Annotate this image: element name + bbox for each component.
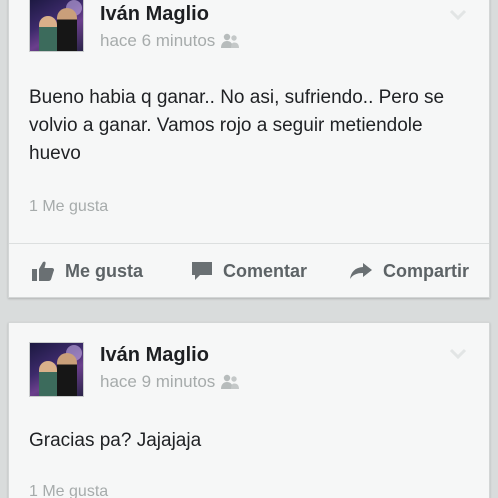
- timestamp-text: hace 9 minutos: [100, 372, 216, 391]
- photo-person-right: [57, 353, 77, 396]
- like-count[interactable]: 1 Me gusta: [29, 483, 108, 498]
- like-count[interactable]: 1 Me gusta: [29, 198, 108, 216]
- thumbs-up-icon: [32, 261, 54, 281]
- share-label: Compartir: [383, 260, 470, 281]
- like-button[interactable]: Me gusta: [31, 244, 143, 298]
- post-timestamp[interactable]: hace 6 minutos: [100, 31, 241, 51]
- share-arrow-icon: [350, 263, 372, 279]
- like-label: Me gusta: [65, 260, 144, 281]
- post-card: Iván Maglio hace 9 minutos Gracias pa? J…: [8, 322, 490, 498]
- post-card: Iván Maglio hace 6 minutos Bueno habia q…: [8, 0, 490, 298]
- comment-button[interactable]: Comentar: [191, 244, 307, 298]
- photo-person-left: [39, 361, 57, 396]
- post-text: Gracias pa? Jajajaja: [29, 430, 202, 451]
- photo-person-right: [57, 8, 77, 51]
- author-name[interactable]: Iván Maglio: [100, 3, 209, 26]
- post-timestamp[interactable]: hace 9 minutos: [100, 372, 241, 392]
- post-text: Bueno habia q ganar.. No asi, sufriendo.…: [29, 87, 445, 164]
- share-button[interactable]: Compartir: [349, 244, 469, 298]
- avatar[interactable]: [29, 0, 84, 52]
- friends-icon: [221, 374, 240, 389]
- timestamp-text: hace 6 minutos: [100, 31, 216, 50]
- author-name[interactable]: Iván Maglio: [100, 344, 209, 367]
- avatar[interactable]: [29, 342, 84, 397]
- photo-person-left: [39, 16, 57, 51]
- chevron-down-icon[interactable]: [449, 348, 467, 360]
- news-feed: Iván Maglio hace 6 minutos Bueno habia q…: [0, 0, 498, 498]
- comment-icon: [192, 262, 212, 280]
- comment-label: Comentar: [223, 260, 308, 281]
- chevron-down-icon[interactable]: [449, 9, 467, 21]
- action-bar: Me gusta Comentar Compartir: [9, 244, 489, 298]
- friends-icon: [221, 33, 240, 48]
